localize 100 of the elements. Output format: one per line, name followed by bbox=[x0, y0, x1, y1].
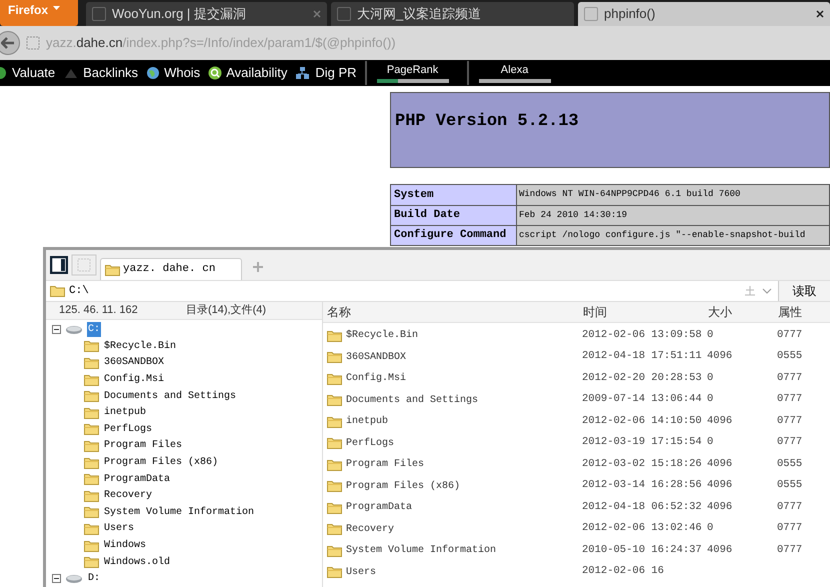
page-icon bbox=[92, 7, 106, 21]
tree-item[interactable]: Documents and Settings bbox=[103, 388, 238, 404]
tree-item[interactable]: Recovery bbox=[103, 488, 154, 504]
read-button[interactable]: 读取 bbox=[778, 281, 830, 301]
chevron-icon bbox=[762, 288, 772, 294]
back-arrow-icon bbox=[1, 37, 15, 49]
caret-icon bbox=[53, 6, 60, 10]
tree-item[interactable]: Program Files bbox=[103, 438, 184, 454]
path-field[interactable]: C:\ bbox=[69, 282, 89, 300]
tree-item[interactable]: Windows bbox=[103, 538, 148, 554]
file-name[interactable]: Recovery bbox=[346, 522, 394, 537]
folder-icon bbox=[327, 502, 342, 514]
tree-item[interactable]: System Volume Information bbox=[103, 504, 256, 520]
folder-icon bbox=[84, 506, 99, 518]
browser-tab[interactable]: 大河网_议案追踪频道 bbox=[331, 2, 574, 26]
collapse-icon[interactable] bbox=[52, 574, 61, 584]
table-cell: cscript /nologo configure.js "--enable-snapshot-build bbox=[517, 226, 829, 245]
collapse-icon[interactable] bbox=[52, 325, 61, 334]
tree-item[interactable]: 360SANDBOX bbox=[103, 355, 166, 370]
panel-icon[interactable] bbox=[50, 256, 68, 274]
folder-icon bbox=[50, 285, 65, 297]
table-cell-text: 0777 bbox=[777, 328, 804, 343]
table-cell-text: 4096 bbox=[707, 542, 734, 558]
search-icon bbox=[208, 66, 222, 80]
table-cell: Build Date bbox=[391, 206, 517, 225]
table-cell-text: 2012-03-14 16:28:56 bbox=[582, 478, 703, 494]
folder-icon bbox=[84, 440, 99, 452]
file-name[interactable]: System Volume Information bbox=[346, 543, 496, 558]
table-cell: Configure Command bbox=[391, 226, 517, 245]
folder-icon bbox=[327, 458, 342, 471]
toolbar-link[interactable]: Availability bbox=[226, 63, 288, 83]
table-cell-text: 2012-02-06 14:10:50 bbox=[582, 414, 703, 429]
folder-icon bbox=[327, 394, 342, 406]
toolbar-link[interactable]: Valuate bbox=[12, 63, 56, 83]
drive-icon bbox=[65, 324, 83, 335]
tree-item[interactable]: Program Files (x86) bbox=[103, 455, 220, 470]
column-header[interactable]: 名称 bbox=[323, 303, 582, 321]
browser-tab[interactable]: phpinfo() bbox=[578, 2, 830, 26]
folder-icon bbox=[327, 544, 342, 557]
file-name[interactable]: 360SANDBOX bbox=[346, 350, 406, 365]
column-header[interactable]: 属性 bbox=[777, 303, 830, 321]
folder-icon bbox=[84, 374, 99, 386]
file-name[interactable]: $Recycle.Bin bbox=[346, 328, 418, 344]
page-icon bbox=[26, 36, 40, 50]
table-cell-text: 2012-02-20 20:28:53 bbox=[582, 370, 703, 386]
tree-item[interactable]: D: bbox=[87, 571, 102, 586]
tree-item[interactable]: C: bbox=[87, 322, 102, 338]
file-name[interactable]: PerfLogs bbox=[346, 436, 394, 451]
folder-icon bbox=[84, 406, 99, 419]
table-cell-text: 2012-02-06 13:09:58 bbox=[582, 328, 703, 343]
folder-icon bbox=[327, 437, 342, 450]
table-cell-text: 0555 bbox=[777, 478, 804, 494]
folder-icon bbox=[84, 540, 99, 552]
page-icon bbox=[584, 7, 598, 21]
close-icon[interactable] bbox=[816, 10, 824, 18]
toolbar-link[interactable]: Whois bbox=[164, 63, 200, 83]
tree-item[interactable]: Config.Msi bbox=[103, 372, 166, 388]
file-tab[interactable]: yazz. dahe. cn bbox=[100, 258, 242, 280]
folder-icon bbox=[327, 566, 342, 578]
file-name[interactable]: Documents and Settings bbox=[346, 392, 478, 408]
table-cell-text: 2012-04-18 06:52:32 bbox=[582, 500, 703, 515]
browser-tab[interactable]: WooYun.org | 提交漏洞 bbox=[86, 2, 327, 26]
file-name[interactable]: Users bbox=[346, 564, 376, 580]
tree-item[interactable]: PerfLogs bbox=[103, 422, 154, 437]
page-heading: PHP Version 5.2.13 bbox=[395, 111, 579, 134]
table-cell-text: 2012-03-19 17:15:54 bbox=[582, 435, 703, 450]
table-cell: System bbox=[391, 185, 517, 205]
toolbar-link[interactable]: Backlinks bbox=[83, 63, 138, 83]
file-name[interactable]: ProgramData bbox=[346, 500, 412, 516]
folder-icon bbox=[84, 423, 99, 436]
folder-icon bbox=[327, 330, 342, 342]
file-name[interactable]: Program Files bbox=[346, 457, 424, 472]
file-name[interactable]: Config.Msi bbox=[346, 371, 406, 386]
column-header[interactable]: 时间 bbox=[582, 303, 707, 321]
file-name[interactable]: inetpub bbox=[346, 414, 388, 430]
blocks-icon bbox=[295, 66, 312, 80]
tree-item[interactable]: inetpub bbox=[103, 405, 148, 420]
file-name[interactable]: Program Files (x86) bbox=[346, 478, 460, 494]
table-cell-text: 0 bbox=[707, 521, 714, 536]
table-cell-text: 0777 bbox=[777, 521, 804, 536]
table-cell-text: 4096 bbox=[707, 414, 734, 429]
tree-item[interactable]: ProgramData bbox=[103, 472, 172, 487]
folder-icon bbox=[327, 480, 342, 492]
ip-address: 125. 46. 11. 162 bbox=[59, 303, 139, 318]
column-header[interactable]: 大小 bbox=[707, 303, 777, 321]
folder-icon bbox=[84, 556, 99, 568]
folder-icon bbox=[327, 372, 342, 385]
table-cell-text: 2010-05-10 16:24:37 bbox=[582, 542, 703, 558]
back-button[interactable] bbox=[0, 31, 20, 55]
meter-label: PageRank bbox=[386, 64, 438, 76]
table-cell-text: 2012-02-06 13:02:46 bbox=[582, 521, 703, 536]
table-cell-text: 4096 bbox=[707, 478, 734, 494]
table-cell: Windows NT WIN-64NPP9CPD46 6.1 build 7600 bbox=[517, 185, 829, 205]
folder-summary: 目录(14),文件(4) bbox=[186, 302, 266, 318]
table-cell-text: 4096 bbox=[707, 456, 734, 472]
tree-item[interactable]: Users bbox=[103, 521, 136, 536]
table-cell-text: 0 bbox=[707, 435, 714, 450]
toolbar-link[interactable]: Dig PR bbox=[315, 63, 357, 83]
tree-item[interactable]: Windows.old bbox=[103, 554, 172, 570]
tree-item[interactable]: $Recycle.Bin bbox=[103, 338, 178, 354]
